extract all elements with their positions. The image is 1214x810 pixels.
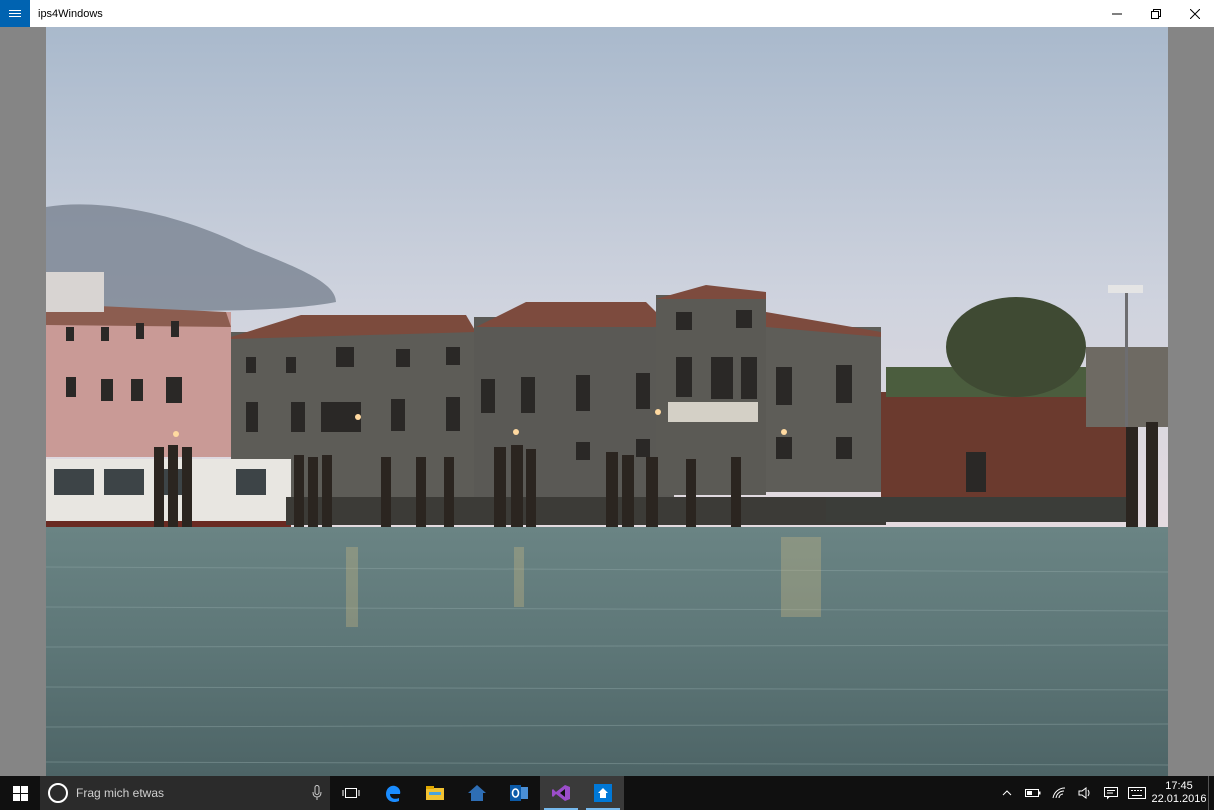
chevron-up-icon: [1002, 790, 1012, 796]
battery-button[interactable]: [1020, 776, 1046, 810]
cortana-icon: [48, 783, 68, 803]
ips4windows-icon: [594, 784, 612, 802]
clock[interactable]: 17:45 22.01.2016: [1150, 776, 1208, 810]
volume-button[interactable]: [1072, 776, 1098, 810]
network-button[interactable]: [1046, 776, 1072, 810]
visual-studio-button[interactable]: [540, 776, 582, 810]
touch-keyboard-button[interactable]: [1124, 776, 1150, 810]
minimize-icon: [1111, 13, 1122, 14]
home-icon: [468, 785, 486, 801]
restore-button[interactable]: [1136, 0, 1175, 27]
battery-icon: [1025, 789, 1041, 797]
close-icon: [1189, 8, 1200, 19]
task-view-icon: [342, 788, 360, 798]
keyboard-icon: [1128, 787, 1146, 799]
venice-photo[interactable]: [46, 27, 1168, 776]
minimize-button[interactable]: [1097, 0, 1136, 27]
title-bar: ips4Windows: [0, 0, 1214, 27]
image-viewer-stage: [0, 27, 1214, 776]
close-button[interactable]: [1175, 0, 1214, 27]
speaker-icon: [1078, 787, 1090, 799]
task-view-button[interactable]: [330, 776, 372, 810]
cortana-search-box[interactable]: Frag mich etwas: [40, 776, 330, 810]
edge-button[interactable]: [372, 776, 414, 810]
app-title: ips4Windows: [38, 7, 103, 20]
home-app-button[interactable]: [456, 776, 498, 810]
edge-icon: [386, 785, 401, 803]
window-controls: [1097, 0, 1214, 27]
hamburger-menu-button[interactable]: [0, 0, 30, 27]
system-tray: 17:45 22.01.2016: [994, 776, 1214, 810]
microphone-icon[interactable]: [312, 785, 322, 801]
outlook-button[interactable]: [498, 776, 540, 810]
action-center-icon: [1104, 786, 1118, 799]
show-hidden-icons-button[interactable]: [994, 776, 1020, 810]
photo-canvas: [46, 27, 1168, 776]
ips4windows-taskbar-button[interactable]: [582, 776, 624, 810]
outlook-icon: [510, 785, 528, 801]
clock-date: 22.01.2016: [1151, 793, 1207, 805]
clock-time: 17:45: [1165, 780, 1193, 792]
search-placeholder: Frag mich etwas: [76, 786, 165, 800]
wifi-icon: [1052, 787, 1066, 799]
restore-icon: [1150, 8, 1161, 19]
hamburger-icon: [9, 8, 21, 19]
file-explorer-icon: [426, 786, 444, 800]
file-explorer-button[interactable]: [414, 776, 456, 810]
taskbar: Frag mich etwas 17:45 22.01.2016: [0, 776, 1214, 810]
windows-logo-icon: [12, 785, 28, 801]
visual-studio-icon: [552, 785, 570, 801]
action-center-button[interactable]: [1098, 776, 1124, 810]
start-button[interactable]: [0, 776, 40, 810]
show-desktop-button[interactable]: [1208, 776, 1214, 810]
